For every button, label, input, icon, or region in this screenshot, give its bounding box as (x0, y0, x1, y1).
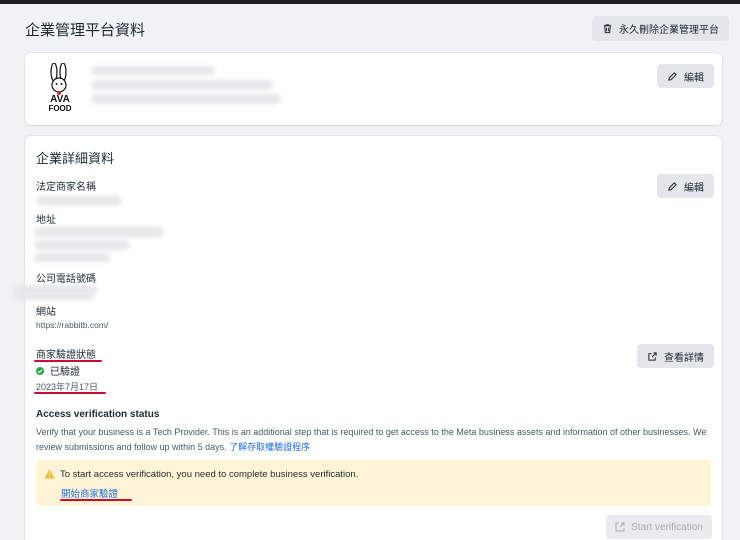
start-verification-button[interactable]: Start verification (606, 515, 712, 539)
view-details-label: 查看詳情 (664, 352, 704, 364)
legal-name-label: 法定商家名稱 (36, 182, 96, 193)
redacted-address (34, 240, 130, 250)
verification-status-label: 商家驗證狀態 (36, 350, 96, 361)
edit-details-button[interactable]: 編輯 (657, 174, 714, 198)
verified-text: 已驗證 (50, 367, 80, 378)
verified-status: 已驗證 (36, 363, 80, 378)
edit-label: 編輯 (684, 182, 704, 194)
learn-access-verification-link[interactable]: 了解存取權驗證程序 (229, 442, 310, 452)
trash-icon (603, 24, 612, 34)
profile-card: AVA FOOD 編輯 (25, 53, 722, 125)
delete-business-button[interactable]: 永久刪除企業管理平台 (592, 16, 729, 41)
redacted-phone (14, 292, 94, 300)
pencil-icon (668, 181, 677, 191)
website-label: 網站 (36, 307, 56, 318)
details-title: 企業詳細資料 (36, 151, 115, 166)
pencil-icon (668, 71, 677, 81)
svg-text:FOOD: FOOD (48, 104, 71, 113)
access-verification-title: Access verification status (36, 409, 160, 420)
address-label: 地址 (36, 215, 56, 226)
company-logo: AVA FOOD (39, 62, 81, 113)
redacted-address (34, 253, 110, 262)
edit-label: 編輯 (684, 72, 704, 84)
page-title: 企業管理平台資料 (25, 22, 146, 39)
website-value[interactable]: https://rabbitb.com/ (36, 320, 108, 330)
start-verification-label: Start verification (631, 521, 703, 533)
alert-text: To start access verification, you need t… (60, 469, 359, 480)
annotation-underline (34, 360, 102, 362)
redacted-info (91, 94, 281, 104)
redacted-name (91, 66, 215, 75)
open-icon (615, 522, 625, 532)
delete-business-label: 永久刪除企業管理平台 (619, 25, 719, 36)
external-link-icon (648, 351, 657, 361)
view-details-button[interactable]: 查看詳情 (637, 344, 714, 368)
redacted-legal-name (36, 196, 122, 205)
redacted-address (34, 227, 164, 237)
access-verification-description: Verify that your business is a Tech Prov… (36, 425, 708, 455)
redacted-info (91, 80, 273, 90)
warning-icon (44, 469, 55, 479)
top-bar (0, 0, 740, 4)
phone-label: 公司電話號碼 (36, 274, 96, 285)
annotation-underline (60, 499, 132, 501)
edit-profile-button[interactable]: 編輯 (657, 64, 714, 88)
start-business-verification-link[interactable]: 開始商家驗證 (61, 486, 118, 500)
check-circle-icon (36, 366, 44, 375)
annotation-underline (34, 392, 106, 394)
warning-alert: To start access verification, you need t… (36, 460, 711, 506)
access-desc-text: Verify that your business is a Tech Prov… (36, 427, 707, 452)
